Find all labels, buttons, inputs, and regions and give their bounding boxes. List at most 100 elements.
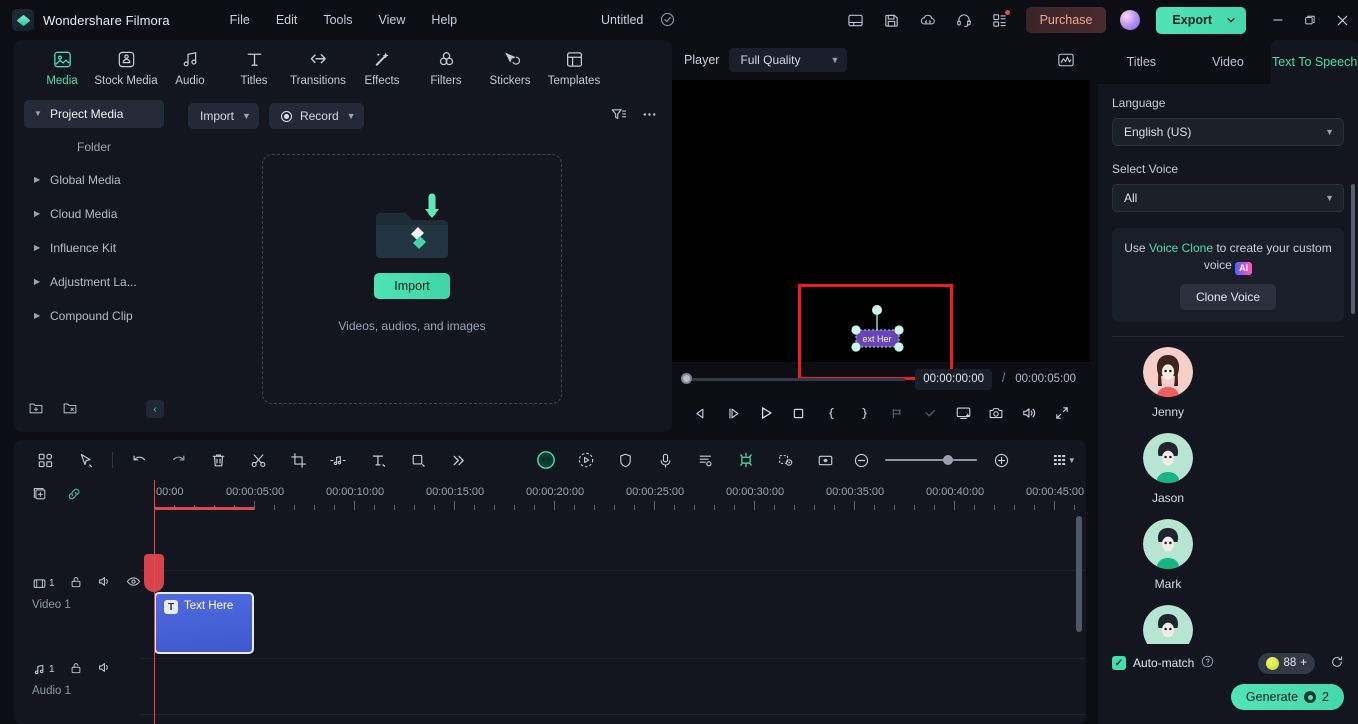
more-icon[interactable] [438,446,478,474]
zoom-out-icon[interactable] [845,446,877,474]
pop-out-icon[interactable] [947,399,980,427]
auto-reframe-icon[interactable] [686,446,726,474]
crop-icon[interactable] [279,446,319,474]
lock-icon[interactable] [69,661,83,678]
markers-icon[interactable] [881,399,914,427]
dropzone-import-button[interactable]: Import [374,273,450,299]
snapshot-icon[interactable] [979,399,1012,427]
menu-edit[interactable]: Edit [264,8,310,32]
microphone-icon[interactable] [646,446,686,474]
tab-transitions[interactable]: Transitions [286,46,350,87]
undo-icon[interactable] [119,446,159,474]
play-icon[interactable] [750,399,783,427]
cloud-upload-icon[interactable] [913,5,943,35]
tab-audio[interactable]: Audio [158,46,222,87]
fit-icon[interactable] [806,446,846,474]
user-avatar[interactable] [1120,10,1141,30]
import-dropdown[interactable]: Import ▼ [188,103,259,129]
collapse-sidebar-button[interactable]: ‹ [146,400,164,418]
playback-scrubber[interactable] [681,373,906,384]
speed-icon[interactable] [766,446,806,474]
check-icon[interactable] [914,399,947,427]
voice-filter-dropdown[interactable]: All ▼ [1112,184,1344,212]
audio-detach-icon[interactable] [318,446,358,474]
quality-dropdown[interactable]: Full Quality ▼ [729,48,848,72]
shield-icon[interactable] [606,446,646,474]
mark-in-icon[interactable] [815,399,848,427]
save-icon[interactable] [877,5,907,35]
sidebar-item-adjustment-layer[interactable]: ▶ Adjustment La... [24,268,164,296]
refresh-icon[interactable] [1330,655,1344,672]
tab-titles[interactable]: Titles [222,46,286,87]
sidebar-item-project-media[interactable]: ▼ Project Media [24,100,164,128]
timeline-tracks[interactable]: T Text Here [140,510,1086,724]
layout-icon[interactable] [841,5,871,35]
playhead[interactable] [144,480,164,724]
add-track-icon[interactable] [32,486,48,505]
menu-view[interactable]: View [367,8,418,32]
volume-icon[interactable] [1012,399,1045,427]
voice-clone-link[interactable]: Voice Clone [1149,241,1213,255]
voice-item-jason[interactable]: Jason [1122,433,1214,505]
tab-video-props[interactable]: Video [1185,40,1272,84]
text-icon[interactable] [358,446,398,474]
mute-icon[interactable] [97,574,112,592]
delete-icon[interactable] [199,446,239,474]
stop-icon[interactable] [782,399,815,427]
scrubber-handle[interactable] [681,373,692,384]
zoom-in-icon[interactable] [985,446,1017,474]
voice-item-mark[interactable]: Mark [1122,519,1214,591]
tab-filters[interactable]: Filters [414,46,478,87]
preview-canvas[interactable]: ext Her [672,80,1090,380]
motion-tracking-icon[interactable] [566,446,606,474]
tab-templates[interactable]: Templates [542,46,606,87]
credits-chip[interactable]: 88 + [1258,652,1315,674]
sidebar-item-influence-kit[interactable]: ▶ Influence Kit [24,234,164,262]
timeline-ruler[interactable]: 00:00 00:00:05:00 00:00:10:00 00:00:15:0… [140,480,1086,510]
redo-icon[interactable] [159,446,199,474]
language-dropdown[interactable]: English (US) ▼ [1112,118,1344,146]
shape-icon[interactable] [398,446,438,474]
timeline-clip-text-here[interactable]: T Text Here [154,592,254,654]
tab-stickers[interactable]: Stickers [478,46,542,87]
split-icon[interactable] [239,446,279,474]
layout-caret-icon[interactable]: ▾ [1069,455,1074,466]
timeline-vertical-scrollbar[interactable] [1076,516,1082,632]
help-icon[interactable] [1201,655,1214,671]
current-timecode[interactable]: 00:00:00:00 [915,368,993,390]
select-tool-icon[interactable] [66,446,106,474]
generate-button[interactable]: Generate 2 [1230,684,1344,710]
waveform-icon[interactable] [1054,49,1078,71]
filter-icon[interactable] [610,106,627,126]
lock-icon[interactable] [69,575,83,592]
clone-voice-button[interactable]: Clone Voice [1179,284,1277,311]
tab-effects[interactable]: Effects [350,46,414,87]
eye-icon[interactable] [126,574,141,592]
voice-item-jenny[interactable]: Jenny [1122,347,1214,419]
menu-file[interactable]: File [218,8,262,32]
text-transform-widget[interactable]: ext Her [847,302,907,360]
mark-out-icon[interactable] [848,399,881,427]
step-forward-icon[interactable] [717,399,750,427]
sidebar-item-global-media[interactable]: ▶ Global Media [24,166,164,194]
tab-stock-media[interactable]: Stock Media [94,46,158,87]
sidebar-item-compound-clip[interactable]: ▶ Compound Clip [24,302,164,330]
export-button[interactable]: Export [1156,6,1246,34]
green-screen-icon[interactable] [726,446,766,474]
tab-text-to-speech[interactable]: Text To Speech [1271,40,1358,84]
ai-mask-icon[interactable] [526,446,566,474]
close-button[interactable] [1326,0,1358,40]
menu-tools[interactable]: Tools [311,8,364,32]
voice-list-scrollbar[interactable] [1351,184,1355,314]
delete-folder-icon[interactable] [62,400,78,419]
menu-help[interactable]: Help [419,8,469,32]
media-dropzone[interactable]: Import Videos, audios, and images [262,154,562,404]
fullscreen-icon[interactable] [1045,399,1078,427]
headset-icon[interactable] [949,5,979,35]
auto-match-checkbox[interactable]: ✓ [1112,656,1126,670]
apps-grid-icon[interactable] [985,5,1015,35]
maximize-button[interactable] [1294,0,1326,40]
playhead-handle[interactable] [144,554,164,592]
zoom-slider[interactable] [885,455,978,465]
sidebar-item-cloud-media[interactable]: ▶ Cloud Media [24,200,164,228]
